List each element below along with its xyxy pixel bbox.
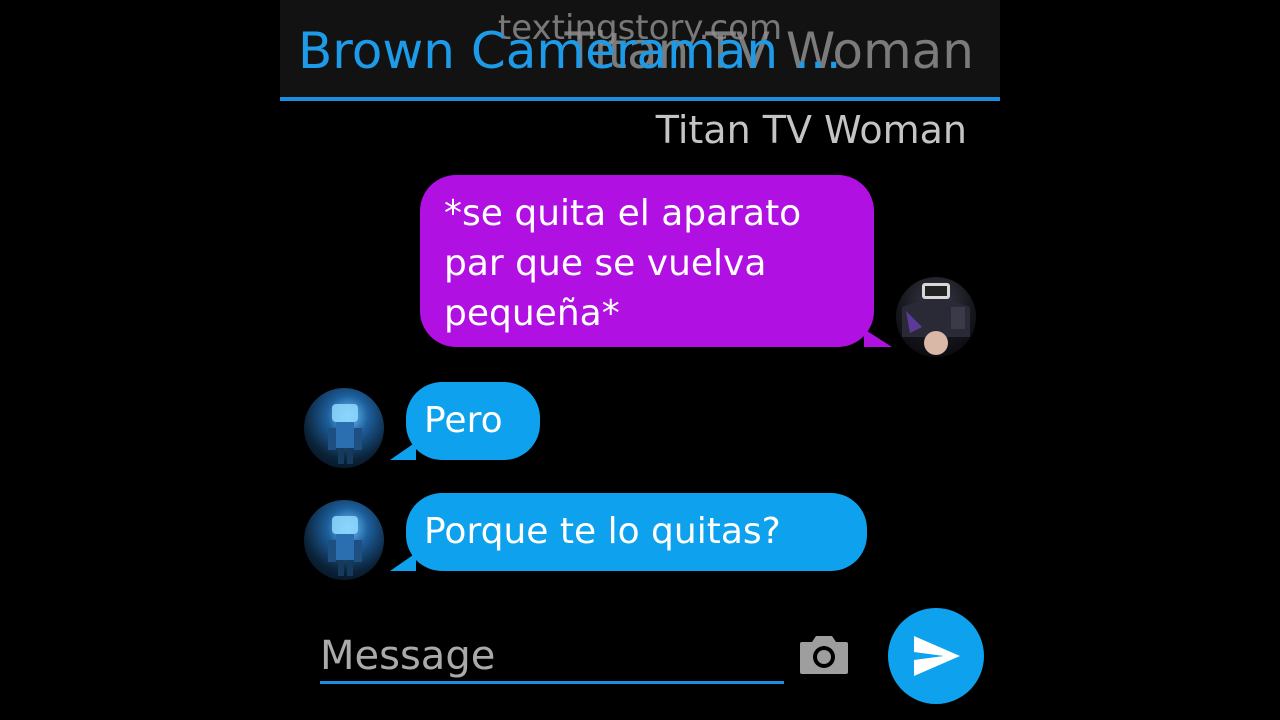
message-bubble-incoming[interactable]: Porque te lo quitas?	[390, 493, 867, 571]
avatar-brown-cameraman[interactable]	[304, 388, 384, 468]
chat-header: textingstory.com Titan TV Woman Brown Ca…	[280, 0, 1000, 101]
chat-screen: textingstory.com Titan TV Woman Brown Ca…	[280, 0, 1000, 720]
send-icon	[914, 636, 960, 676]
message-text: Pero	[424, 400, 503, 441]
message-bubble-outgoing[interactable]: *se quita el aparato par que se vuelva p…	[420, 175, 892, 347]
bubble-tail	[390, 442, 416, 460]
message-input[interactable]: Message	[320, 628, 784, 684]
bubble-tail	[864, 329, 892, 347]
bubble-tail	[390, 553, 416, 571]
avatar-titan-tv-woman[interactable]	[896, 277, 976, 357]
camera-icon[interactable]	[800, 634, 848, 674]
message-text: *se quita el aparato par que se vuelva p…	[444, 193, 802, 334]
avatar-brown-cameraman[interactable]	[304, 500, 384, 580]
message-text: Porque te lo quitas?	[424, 511, 781, 552]
message-bubble-incoming[interactable]: Pero	[390, 382, 540, 460]
contact-title[interactable]: Brown Cameraman ...	[298, 22, 842, 80]
send-button[interactable]	[888, 608, 984, 704]
sender-name: Titan TV Woman	[655, 108, 967, 152]
